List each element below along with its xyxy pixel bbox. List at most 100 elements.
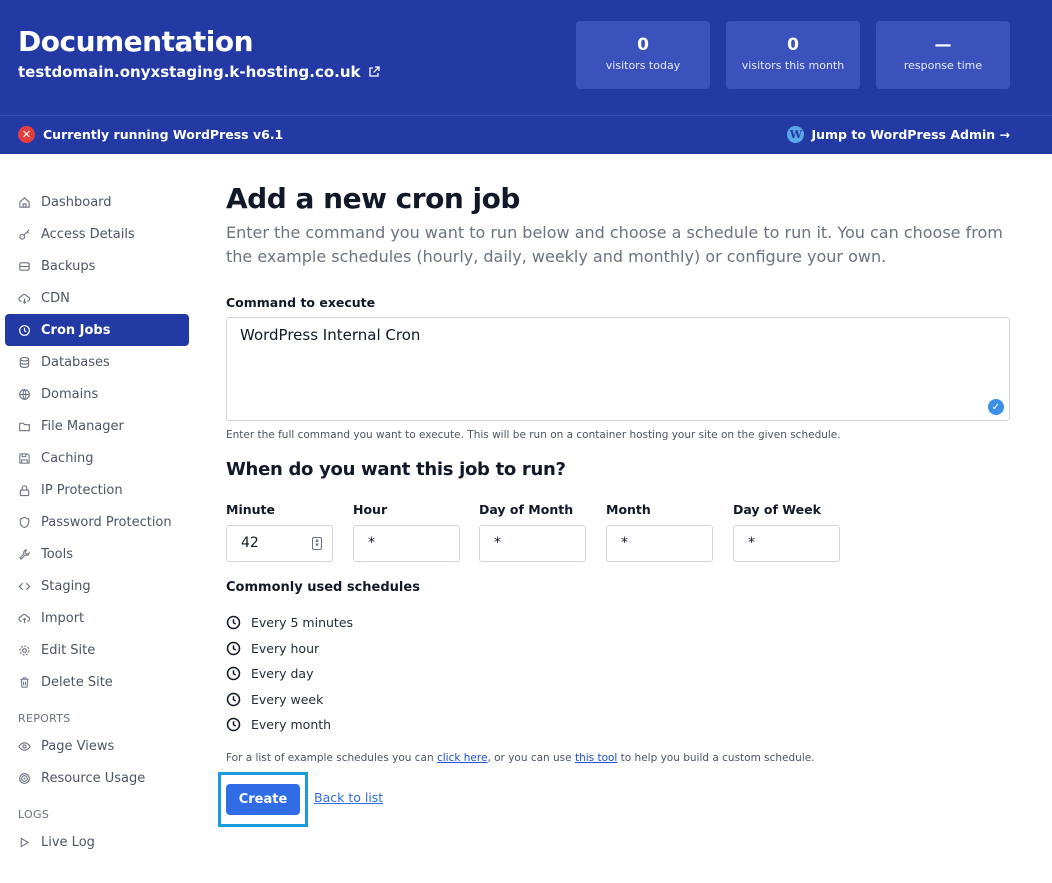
external-link-icon	[368, 66, 380, 77]
footnote-text-start: For a list of example schedules you can	[226, 752, 437, 764]
site-header: Documentation testdomain.onyxstaging.k-h…	[0, 0, 1052, 115]
sidebar-section-reports: REPORTS	[18, 712, 71, 725]
month-label: Month	[606, 502, 651, 517]
clock-icon	[226, 616, 241, 630]
schedule-footnote: For a list of example schedules you can …	[226, 752, 815, 764]
schedule-section-title: When do you want this job to run?	[226, 459, 566, 480]
sidebar-item-cron-jobs[interactable]: Cron Jobs	[5, 314, 189, 346]
sidebar-item-ip-protection[interactable]: IP Protection	[5, 474, 189, 506]
footnote-text-middle: , or you can use	[487, 752, 575, 764]
sidebar-item-access-details[interactable]: Access Details	[5, 218, 189, 250]
sidebar-item-label: IP Protection	[41, 482, 123, 498]
sidebar-item-label: Caching	[41, 450, 94, 466]
day-of-month-input[interactable]: *	[479, 525, 586, 562]
sidebar-item-password-protection[interactable]: Password Protection	[5, 506, 189, 538]
wrench-icon	[19, 548, 30, 560]
schedule-label: Every hour	[251, 640, 320, 656]
sidebar-item-file-manager[interactable]: File Manager	[5, 410, 189, 442]
sidebar-item-backups[interactable]: Backups	[5, 250, 189, 282]
main-content: Add a new cron job Enter the command you…	[218, 182, 1010, 827]
code-icon	[18, 582, 31, 590]
home-icon	[19, 196, 30, 208]
sidebar-item-edit-site[interactable]: Edit Site	[5, 634, 189, 666]
command-textarea[interactable]: WordPress Internal Cron ✓	[226, 317, 1010, 421]
schedule-tool-link[interactable]: this tool	[575, 752, 617, 764]
lock-icon	[19, 484, 30, 496]
day-of-week-input[interactable]: *	[733, 525, 840, 562]
hour-field: Hour *	[353, 502, 460, 562]
schedule-every-week[interactable]: Every week	[226, 687, 353, 713]
schedule-every-hour[interactable]: Every hour	[226, 636, 353, 662]
example-schedules-link[interactable]: click here	[437, 752, 487, 764]
stat-value: 0	[787, 35, 799, 55]
sidebar-item-page-views[interactable]: Page Views	[5, 730, 189, 762]
sidebar-item-label: Access Details	[41, 226, 135, 242]
back-to-list-link[interactable]: Back to list	[314, 790, 383, 805]
spinner-icon[interactable]: ▴ ▾	[312, 537, 322, 550]
sidebar-item-dashboard[interactable]: Dashboard	[5, 186, 189, 218]
database-icon	[19, 356, 30, 368]
clock-icon	[226, 641, 241, 655]
schedule-label: Every week	[251, 691, 324, 707]
sidebar-item-label: Password Protection	[41, 514, 172, 530]
clock-icon	[226, 718, 241, 732]
site-title: Documentation	[18, 25, 254, 58]
minute-input[interactable]: 42 ▴ ▾	[226, 525, 333, 562]
sidebar-item-label: Tools	[41, 546, 74, 562]
footnote-text-end: to help you build a custom schedule.	[617, 752, 815, 764]
sidebar-item-label: Staging	[41, 578, 91, 594]
day-of-month-field: Day of Month *	[479, 502, 586, 562]
sidebar-item-label: File Manager	[41, 418, 124, 434]
sidebar-item-domains[interactable]: Domains	[5, 378, 189, 410]
page-description: Enter the command you want to run below …	[226, 223, 1003, 266]
stat-visitors-month: 0 visitors this month	[726, 21, 860, 89]
common-schedules-title: Commonly used schedules	[226, 580, 420, 595]
key-icon	[19, 228, 30, 240]
wordpress-status-bar: ✕ Currently running WordPress v6.1 W Jum…	[0, 115, 1052, 154]
sidebar-item-staging[interactable]: Staging	[5, 570, 189, 602]
stat-visitors-today: 0 visitors today	[576, 21, 710, 89]
month-input[interactable]: *	[606, 525, 713, 562]
day-of-week-field: Day of Week *	[733, 502, 840, 562]
schedule-every-day[interactable]: Every day	[226, 661, 353, 687]
schedule-label: Every month	[251, 717, 332, 733]
command-value: WordPress Internal Cron	[240, 326, 421, 344]
day-of-week-label: Day of Week	[733, 502, 821, 517]
day-of-month-value: *	[494, 535, 501, 551]
stat-label: response time	[903, 59, 983, 72]
sidebar-section-logs: LOGS	[18, 808, 50, 821]
clock-icon	[226, 692, 241, 706]
hour-input[interactable]: *	[353, 525, 460, 562]
create-button[interactable]: Create	[226, 784, 300, 815]
schedule-every-5-minutes[interactable]: Every 5 minutes	[226, 610, 353, 636]
sidebar-item-live-log[interactable]: Live Log	[5, 826, 189, 858]
sidebar-item-databases[interactable]: Databases	[5, 346, 189, 378]
sidebar-nav: Dashboard Access Details Backups CDN Cro…	[5, 186, 189, 858]
wordpress-icon: W	[787, 126, 805, 143]
sidebar-item-resource-usage[interactable]: Resource Usage	[5, 762, 189, 794]
stat-value: —	[934, 35, 952, 55]
folder-icon	[19, 422, 30, 431]
site-domain-text: testdomain.onyxstaging.k-hosting.co.uk	[18, 63, 361, 81]
month-field: Month *	[606, 502, 713, 562]
sidebar-item-label: Resource Usage	[41, 770, 146, 786]
target-icon	[19, 772, 30, 784]
sidebar-item-label: Delete Site	[41, 674, 113, 690]
command-label: Command to execute	[226, 295, 376, 310]
sidebar-item-label: Domains	[41, 386, 99, 402]
site-domain-link[interactable]: testdomain.onyxstaging.k-hosting.co.uk	[18, 63, 381, 81]
minute-label: Minute	[226, 502, 275, 517]
minute-value: 42	[241, 535, 259, 551]
schedule-label: Every 5 minutes	[251, 615, 354, 631]
sidebar-item-delete-site[interactable]: Delete Site	[5, 666, 189, 698]
sidebar-item-import[interactable]: Import	[5, 602, 189, 634]
sidebar-item-tools[interactable]: Tools	[5, 538, 189, 570]
check-circle-icon: ✓	[988, 399, 1004, 415]
sidebar-item-caching[interactable]: Caching	[5, 442, 189, 474]
sidebar-item-cdn[interactable]: CDN	[5, 282, 189, 314]
schedule-every-month[interactable]: Every month	[226, 712, 353, 738]
wordpress-admin-link[interactable]: W Jump to WordPress Admin →	[787, 126, 1010, 143]
sidebar-item-label: Dashboard	[41, 194, 112, 210]
wordpress-admin-text: Jump to WordPress Admin →	[811, 127, 1010, 142]
common-schedules-list: Every 5 minutes Every hour Every day Eve…	[226, 610, 353, 738]
